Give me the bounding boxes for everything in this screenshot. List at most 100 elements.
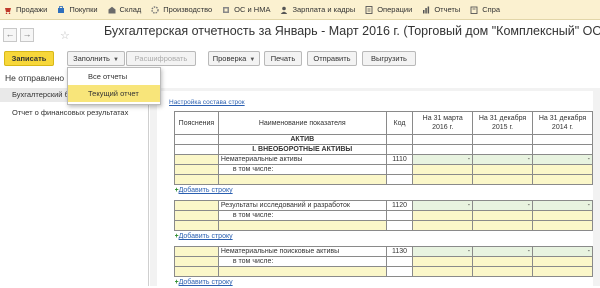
explanation-cell[interactable] bbox=[175, 201, 219, 211]
plus-icon: + bbox=[175, 187, 179, 194]
value-cell[interactable]: - bbox=[533, 247, 593, 257]
menu-label: Отчеты bbox=[434, 5, 460, 14]
save-button[interactable]: Записать bbox=[4, 51, 54, 66]
value-cell[interactable] bbox=[473, 211, 533, 221]
value-cell[interactable] bbox=[533, 211, 593, 221]
reports-icon bbox=[422, 6, 430, 14]
dropdown-caret-icon: ▼ bbox=[249, 57, 255, 63]
indicator-name[interactable] bbox=[218, 267, 386, 277]
indicator-name[interactable] bbox=[218, 175, 386, 185]
explanation-cell[interactable] bbox=[175, 155, 219, 165]
value-cell[interactable] bbox=[533, 165, 593, 175]
menu-label: ОС и НМА bbox=[234, 5, 270, 14]
explanation-cell[interactable] bbox=[175, 247, 219, 257]
fill-button[interactable]: Заполнить▼ bbox=[67, 51, 125, 66]
check-button[interactable]: Проверка▼ bbox=[208, 51, 260, 66]
menu-item-salary[interactable]: Зарплата и кадры bbox=[280, 0, 355, 19]
table-row: Нематериальные поисковые активы 1130 - -… bbox=[175, 247, 593, 257]
add-row-line: +Добавить строку bbox=[175, 231, 593, 243]
send-status: Не отправлено bbox=[5, 73, 64, 83]
assets-icon bbox=[222, 6, 230, 14]
explanation-cell[interactable] bbox=[175, 165, 219, 175]
forward-arrow-icon[interactable]: → bbox=[20, 28, 34, 42]
value-cell[interactable] bbox=[533, 175, 593, 185]
form-toolbar: Записать Заполнить▼ Расшифровать Проверк… bbox=[0, 51, 600, 66]
add-row-line: +Добавить строку bbox=[175, 185, 593, 197]
add-row-link[interactable]: Добавить строку bbox=[179, 233, 233, 240]
value-cell[interactable] bbox=[413, 211, 473, 221]
export-button[interactable]: Выгрузить bbox=[362, 51, 416, 66]
plus-icon: + bbox=[175, 233, 179, 240]
value-cell[interactable] bbox=[473, 165, 533, 175]
value-cell[interactable] bbox=[473, 257, 533, 267]
subsection-title: I. ВНЕОБОРОТНЫЕ АКТИВЫ bbox=[218, 145, 386, 155]
decode-button[interactable]: Расшифровать bbox=[126, 51, 196, 66]
value-cell[interactable]: - bbox=[473, 155, 533, 165]
fill-button-label: Заполнить bbox=[73, 54, 110, 63]
value-cell[interactable] bbox=[473, 221, 533, 231]
indicator-name: Нематериальные поисковые активы bbox=[218, 247, 386, 257]
value-cell[interactable]: - bbox=[533, 201, 593, 211]
value-cell[interactable]: - bbox=[473, 201, 533, 211]
row-settings-link[interactable]: Настройка состава строк bbox=[169, 99, 245, 106]
favorite-star-icon[interactable]: ☆ bbox=[60, 29, 70, 42]
salary-icon bbox=[280, 6, 288, 14]
value-cell[interactable] bbox=[413, 221, 473, 231]
table-row bbox=[175, 221, 593, 231]
value-cell[interactable] bbox=[533, 221, 593, 231]
value-cell[interactable] bbox=[473, 175, 533, 185]
row-code: 1110 bbox=[386, 155, 413, 165]
menu-item-reference[interactable]: Спра bbox=[470, 0, 500, 19]
main-menu-bar: Продажи Покупки Склад Производство ОС и … bbox=[0, 0, 600, 20]
dropdown-item-all-reports[interactable]: Все отчеты bbox=[68, 68, 160, 85]
add-row-link[interactable]: Добавить строку bbox=[179, 279, 233, 286]
value-cell[interactable]: - bbox=[413, 201, 473, 211]
col-header-dec-2014: На 31 декабря 2014 г. bbox=[533, 112, 593, 135]
menu-item-production[interactable]: Производство bbox=[151, 0, 212, 19]
value-cell[interactable] bbox=[533, 267, 593, 277]
dropdown-item-current-report[interactable]: Текущий отчет bbox=[68, 85, 160, 102]
menu-item-reports[interactable]: Отчеты bbox=[422, 0, 460, 19]
col-header-indicator: Наименование показателя bbox=[218, 112, 386, 135]
table-row bbox=[175, 175, 593, 185]
table-header-row: Пояснения Наименование показателя Код На… bbox=[175, 112, 593, 135]
explanation-cell[interactable] bbox=[175, 257, 219, 267]
value-cell[interactable]: - bbox=[533, 155, 593, 165]
value-cell[interactable] bbox=[533, 257, 593, 267]
menu-item-purchases[interactable]: Покупки bbox=[57, 0, 97, 19]
sidebar-item-financial-results[interactable]: Отчет о финансовых результатах bbox=[0, 106, 148, 120]
explanation-cell[interactable] bbox=[175, 175, 219, 185]
col-header-code: Код bbox=[386, 112, 413, 135]
menu-label: Зарплата и кадры bbox=[292, 5, 355, 14]
menu-item-sales[interactable]: Продажи bbox=[4, 0, 47, 19]
indicator-name[interactable] bbox=[218, 221, 386, 231]
col-header-mar-2016: На 31 марта 2016 г. bbox=[413, 112, 473, 135]
value-cell[interactable] bbox=[413, 267, 473, 277]
explanation-cell[interactable] bbox=[175, 221, 219, 231]
value-cell[interactable] bbox=[473, 267, 533, 277]
value-cell[interactable]: - bbox=[473, 247, 533, 257]
menu-item-assets[interactable]: ОС и НМА bbox=[222, 0, 270, 19]
explanation-cell[interactable] bbox=[175, 267, 219, 277]
table-row: в том числе: bbox=[175, 165, 593, 175]
value-cell[interactable]: - bbox=[413, 247, 473, 257]
print-button[interactable]: Печать bbox=[264, 51, 302, 66]
value-cell[interactable] bbox=[413, 175, 473, 185]
history-nav: ← → bbox=[3, 28, 34, 42]
including-label: в том числе: bbox=[218, 211, 386, 221]
report-sections-list: Бухгалтерский баланс Отчет о финансовых … bbox=[0, 88, 149, 286]
value-cell[interactable] bbox=[413, 257, 473, 267]
value-cell[interactable]: - bbox=[413, 155, 473, 165]
menu-item-operations[interactable]: Операции bbox=[365, 0, 412, 19]
add-row-link[interactable]: Добавить строку bbox=[179, 187, 233, 194]
report-area: Настройка состава строк Пояснения Наимен… bbox=[150, 88, 600, 286]
back-arrow-icon[interactable]: ← bbox=[3, 28, 17, 42]
menu-label: Покупки bbox=[69, 5, 97, 14]
value-cell[interactable] bbox=[413, 165, 473, 175]
warehouse-icon bbox=[108, 6, 116, 14]
menu-item-warehouse[interactable]: Склад bbox=[108, 0, 142, 19]
indicator-name: Результаты исследований и разработок bbox=[218, 201, 386, 211]
explanation-cell[interactable] bbox=[175, 211, 219, 221]
row-code: 1130 bbox=[386, 247, 413, 257]
send-button[interactable]: Отправить bbox=[307, 51, 357, 66]
